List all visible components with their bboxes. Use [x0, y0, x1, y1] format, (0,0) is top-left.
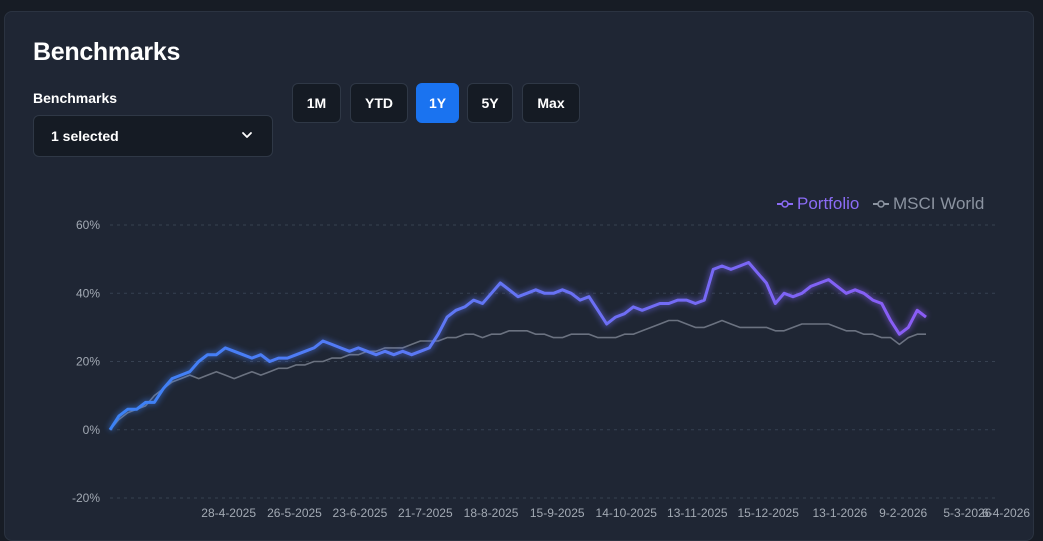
x-tick-label: 21-7-2025 — [398, 506, 453, 520]
y-axis: 60% 40% 20% 0% -20% — [72, 218, 100, 505]
x-tick-label: 9-2-2026 — [879, 506, 927, 520]
x-tick-label: 26-5-2025 — [267, 506, 322, 520]
y-tick-label: 20% — [76, 355, 100, 369]
series-glow-portfolio — [107, 258, 928, 432]
y-tick-label: -20% — [72, 491, 100, 505]
y-tick-label: 40% — [76, 286, 100, 300]
x-tick-label: 14-10-2025 — [596, 506, 658, 520]
y-tick-label: 60% — [76, 218, 100, 232]
x-tick-label: 13-11-2025 — [667, 506, 728, 520]
line-chart: 60% 40% 20% 0% -20% 28-4-2025 26-5-2025 23-6-2… — [72, 218, 1030, 520]
x-tick-label: 23-6-2025 — [333, 506, 388, 520]
series-line-msci-world — [109, 319, 926, 431]
x-tick-label: 6-4-2026 — [982, 506, 1030, 520]
gridlines — [110, 224, 997, 499]
x-tick-label: 18-8-2025 — [464, 506, 519, 520]
x-tick-label: 28-4-2025 — [201, 506, 256, 520]
y-tick-label: 0% — [83, 423, 101, 437]
series-line-portfolio — [108, 261, 927, 431]
series-lines — [107, 258, 928, 432]
x-tick-label: 15-9-2025 — [530, 506, 585, 520]
x-tick-label: 13-1-2026 — [812, 506, 867, 520]
x-tick-label: 15-12-2025 — [738, 506, 800, 520]
x-axis: 28-4-2025 26-5-2025 23-6-2025 21-7-2025 18-8… — [201, 506, 1030, 520]
